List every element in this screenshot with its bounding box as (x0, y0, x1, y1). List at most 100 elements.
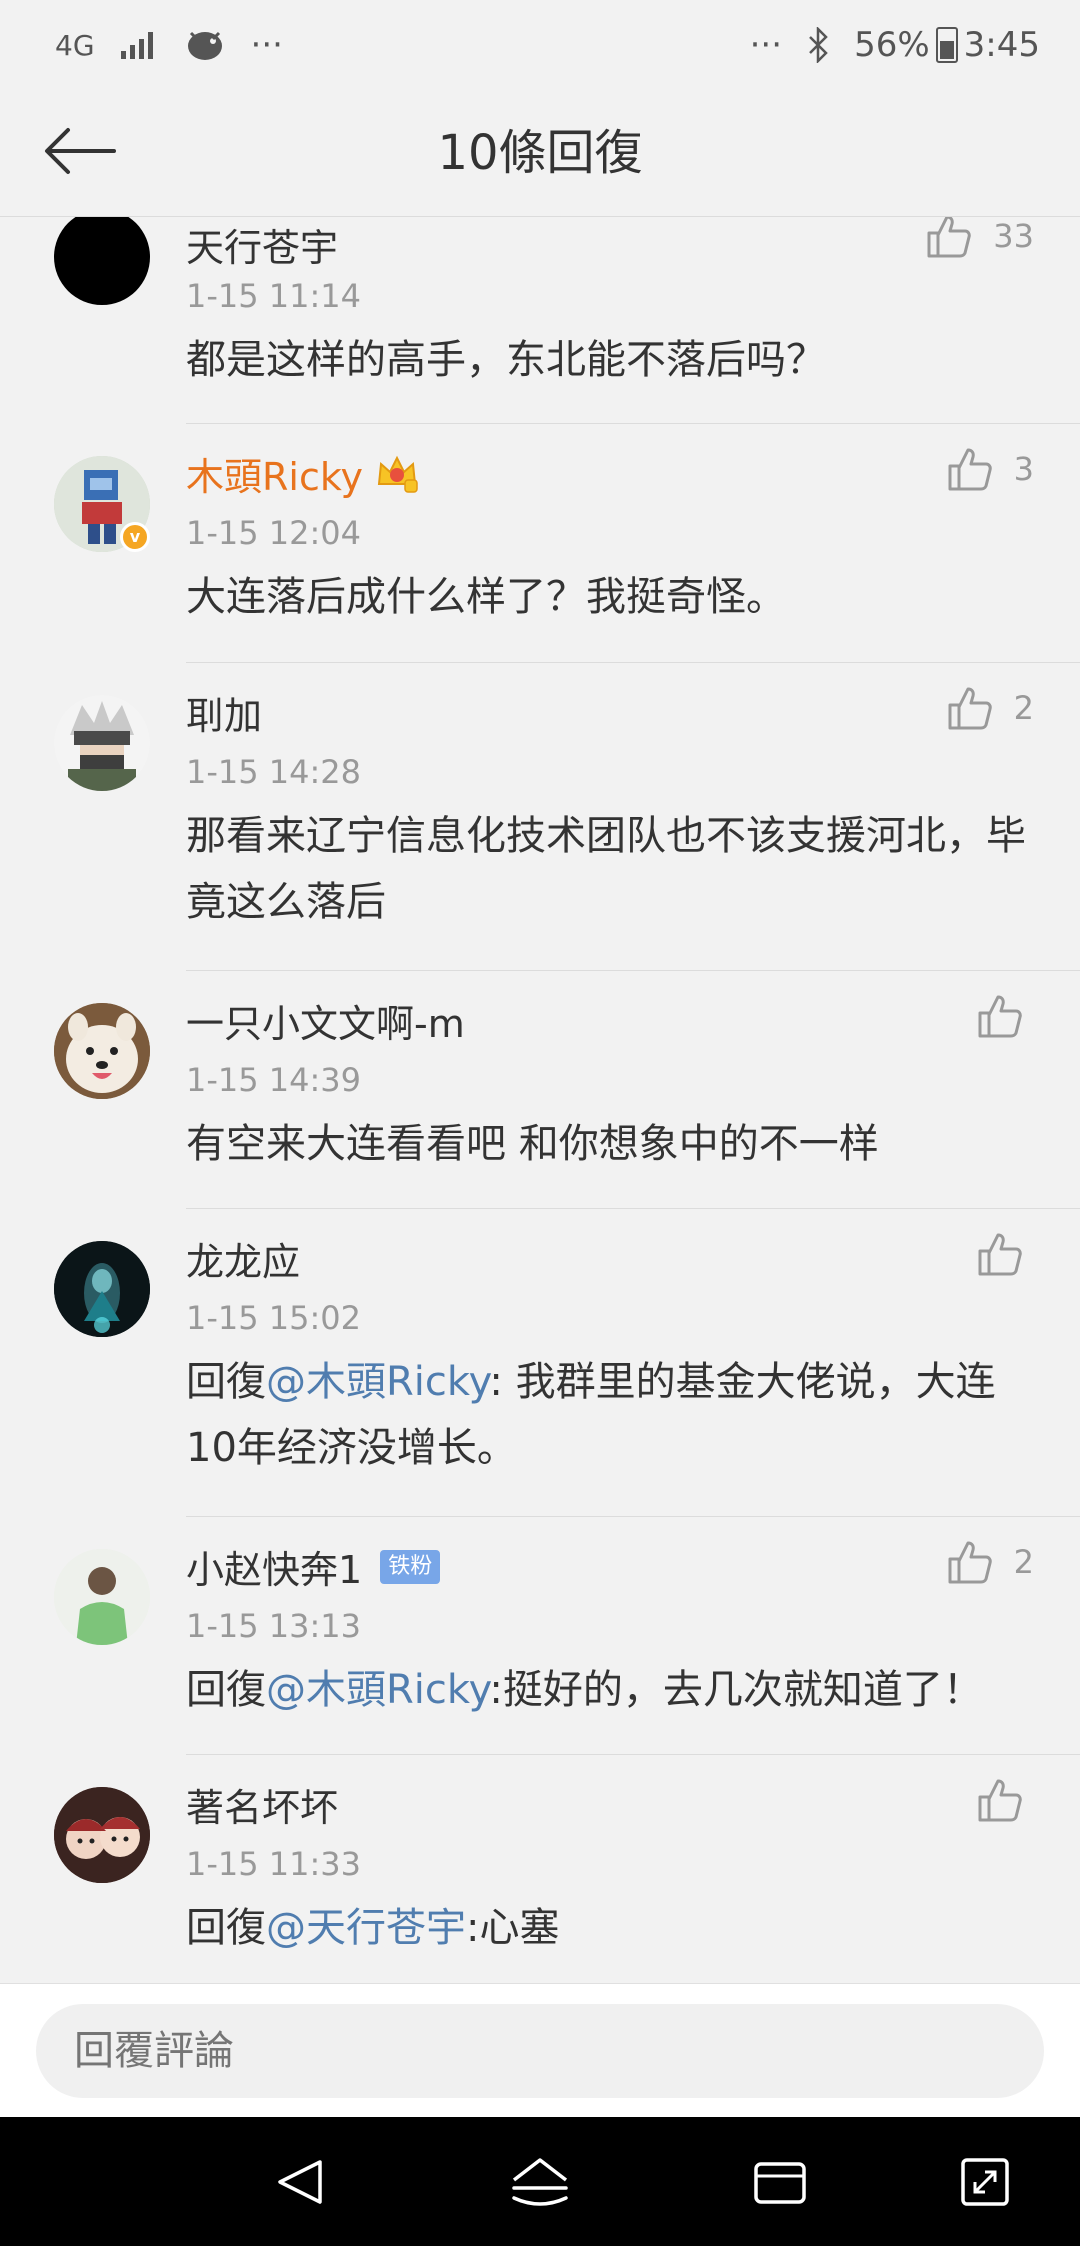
verified-badge-icon: v (120, 522, 150, 552)
like-button[interactable]: 33 (925, 217, 1034, 259)
screen: 4G ··· ··· 56% 3:45 10條回復 天行苍宇 1-15 11:1… (0, 0, 1080, 2246)
nav-home-button[interactable] (505, 2147, 575, 2217)
comment-time: 1-15 11:33 (186, 1845, 362, 1883)
comment-time: 1-15 13:13 (186, 1607, 362, 1645)
comment-text: 回復@木頭Ricky:挺好的，去几次就知道了！ (186, 1657, 1026, 1723)
comment-list[interactable]: 天行苍宇 1-15 11:14 都是这样的高手，东北能不落后吗？ 33 v 木頭… (0, 217, 1080, 1983)
avatar[interactable] (54, 1787, 150, 1883)
avatar[interactable] (54, 695, 150, 791)
home-icon (512, 2158, 568, 2206)
author-name: 刵加 (186, 694, 263, 738)
comment-body: 都是这样的高手，东北能不落后吗？ (186, 337, 826, 383)
comment-item: 龙龙应 1-15 15:02 回復@木頭Ricky: 我群里的基金大佬说，大连1… (0, 1209, 1080, 1517)
like-count: 3 (1013, 450, 1034, 488)
reply-input[interactable] (36, 2004, 1044, 2098)
comment-time: 1-15 12:04 (186, 514, 362, 552)
like-count: 2 (1013, 1543, 1034, 1581)
comment-time: 1-15 15:02 (186, 1299, 362, 1337)
triangle-back-icon (278, 2160, 322, 2204)
like-button[interactable]: 3 (946, 446, 1034, 492)
bluetooth-icon (806, 27, 830, 63)
comment-time: 1-15 14:28 (186, 753, 362, 791)
like-count: 2 (1013, 689, 1034, 727)
like-button[interactable] (976, 993, 1024, 1039)
comment-item: 一只小文文啊-m 1-15 14:39 有空来大连看看吧 和你想象中的不一样 (0, 971, 1080, 1209)
comment-item: 刵加 1-15 14:28 那看来辽宁信息化技术团队也不该支援河北，毕竟这么落后… (0, 663, 1080, 971)
comment-time: 1-15 14:39 (186, 1061, 362, 1099)
comment-item: 著名坏坏 1-15 11:33 回復@天行苍宇:心塞 (0, 1755, 1080, 1983)
thumbs-up-icon (978, 995, 1022, 1038)
thumbs-up-icon (948, 448, 992, 491)
reply-prefix: 回復 (186, 1905, 266, 1951)
thumbs-up-icon (978, 1233, 1022, 1276)
comment-author[interactable]: 小赵快奔1 铁粉 (186, 1539, 441, 1594)
battery-icon (935, 27, 958, 63)
comment-text: 回復@天行苍宇:心塞 (186, 1895, 1026, 1961)
like-button[interactable] (976, 1777, 1024, 1823)
comment-body: 有空来大连看看吧 和你想象中的不一样 (186, 1121, 879, 1167)
comment-author[interactable]: 著名坏坏 (186, 1777, 338, 1832)
author-name: 天行苍宇 (186, 226, 339, 270)
mention-link[interactable]: @天行苍宇 (266, 1905, 466, 1951)
author-name: 小赵快奔1 (186, 1548, 363, 1592)
author-name: 一只小文文啊-m (186, 1002, 465, 1046)
author-name: 龙龙应 (186, 1240, 301, 1284)
comment-text: 大连落后成什么样了？我挺奇怪。 (186, 564, 1026, 630)
comment-author[interactable]: 天行苍宇 (186, 217, 338, 272)
avatar[interactable] (54, 217, 150, 305)
reply-bar (0, 1983, 1080, 2117)
clock: 3:45 (963, 25, 1040, 65)
author-name: 著名坏坏 (186, 1786, 339, 1830)
mention-link[interactable]: @木頭Ricky (266, 1359, 489, 1405)
comment-text: 都是这样的高手，东北能不落后吗？ (186, 327, 1026, 393)
comment-text: 回復@木頭Ricky: 我群里的基金大佬说，大连10年经济没增长。 (186, 1349, 1026, 1481)
status-right: ··· 56% 3:45 (750, 25, 1040, 65)
battery-percent: 56% (854, 25, 930, 65)
more-status: ··· (749, 25, 783, 65)
reply-prefix: 回復 (186, 1667, 266, 1713)
comment-body: :挺好的，去几次就知道了！ (489, 1667, 983, 1713)
comment-item: 天行苍宇 1-15 11:14 都是这样的高手，东北能不落后吗？ 33 (0, 217, 1080, 424)
thumbs-up-icon (927, 217, 972, 258)
status-bar: 4G ··· ··· 56% 3:45 (0, 0, 1080, 90)
thumbs-up-icon (948, 687, 992, 730)
recents-icon (754, 2162, 806, 2204)
avatar[interactable] (54, 1003, 150, 1099)
like-button[interactable]: 2 (946, 685, 1034, 731)
reply-prefix: 回復 (186, 1359, 266, 1405)
comment-time: 1-15 11:14 (186, 277, 362, 315)
nav-back-button[interactable] (265, 2147, 335, 2217)
comment-text: 那看来辽宁信息化技术团队也不该支援河北，毕竟这么落后 (186, 803, 1026, 935)
comment-text: 有空来大连看看吧 和你想象中的不一样 (186, 1111, 1026, 1177)
comment-body: 大连落后成什么样了？我挺奇怪。 (186, 574, 786, 620)
avatar[interactable] (54, 1549, 150, 1645)
mention-link[interactable]: @木頭Ricky (266, 1667, 489, 1713)
header: 10條回復 (0, 90, 1080, 217)
signal-icon (119, 29, 159, 61)
vip-crown-icon (375, 454, 419, 494)
system-nav-bar (0, 2117, 1080, 2246)
nav-expand-button[interactable] (950, 2147, 1020, 2217)
like-count: 33 (993, 217, 1034, 255)
battery-group: 56% 3:45 (854, 25, 1040, 65)
page-title: 10條回復 (437, 125, 643, 181)
comment-author[interactable]: 龙龙应 (186, 1231, 300, 1286)
network-label: 4G (55, 28, 95, 62)
comment-body: :心塞 (466, 1905, 560, 1951)
nav-recents-button[interactable] (745, 2147, 815, 2217)
expand-icon (961, 2158, 1009, 2206)
notification-icon (183, 25, 227, 65)
comment-author[interactable]: 一只小文文啊-m (186, 993, 465, 1048)
comment-item: v 木頭Ricky 1-15 12:04 大连落后成什么样了？我挺奇怪。 3 (0, 424, 1080, 663)
avatar[interactable] (54, 1241, 150, 1337)
more-notifications: ··· (250, 25, 283, 65)
thumbs-up-icon (978, 1779, 1022, 1822)
like-button[interactable] (976, 1231, 1024, 1277)
fan-badge: 铁粉 (380, 1549, 441, 1584)
like-button[interactable]: 2 (946, 1539, 1034, 1585)
comment-author[interactable]: 刵加 (186, 685, 262, 740)
comment-item: 小赵快奔1 铁粉 1-15 13:13 回復@木頭Ricky:挺好的，去几次就知… (0, 1517, 1080, 1755)
status-left: 4G ··· (55, 25, 283, 65)
author-name: 木頭Ricky (186, 455, 363, 499)
comment-author[interactable]: 木頭Ricky (186, 446, 419, 501)
